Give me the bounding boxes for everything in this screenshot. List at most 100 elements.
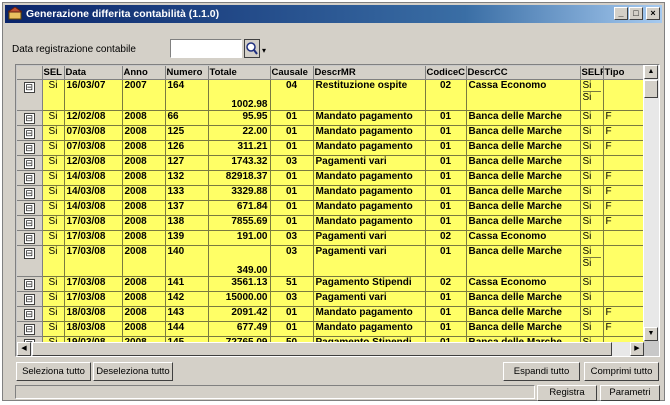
calendar-picker-icon[interactable] [244,39,260,58]
sel-cell[interactable]: Si [42,79,65,111]
sel-cell[interactable]: Si [42,185,65,201]
collapse-icon[interactable]: ⊟ [23,203,35,214]
vertical-scrollbar[interactable]: ▲ ▼ [643,65,659,341]
scroll-up-icon[interactable]: ▲ [644,65,658,79]
column-header[interactable]: Tipo [603,66,644,80]
collapse-icon[interactable]: ⊟ [23,113,35,124]
table-row[interactable]: ⊟ Si 07/03/08 2008 125 22.00 01 Mandato pagamen… [17,125,644,141]
expand-toggle-icon[interactable]: ⊟ [17,321,43,337]
expand-toggle-icon[interactable]: ⊟ [17,245,43,277]
total-cell: 3329.88 [208,185,271,201]
collapse-icon[interactable]: ⊟ [23,218,35,229]
minimize-button[interactable]: _ [614,7,628,20]
column-header[interactable]: Data [64,66,123,80]
sel-cell[interactable]: Si [42,276,65,292]
expand-toggle-icon[interactable]: ⊟ [17,230,43,246]
table-row[interactable]: ⊟ Si 17/03/08 2008 141 3561.13 51 Pagamento Sti… [17,276,644,292]
type-cell: F [603,306,644,322]
table-row[interactable]: ⊟ Si 16/03/07 2007 164 1002.98 04 Restituzione … [17,79,644,111]
collapse-icon[interactable]: ⊟ [23,309,35,320]
collapse-icon[interactable]: ⊟ [23,143,35,154]
table-row[interactable]: ⊟ Si 12/02/08 2008 66 95.95 01 Mandato pagament… [17,110,644,126]
collapse-icon[interactable]: ⊟ [23,158,35,169]
maximize-button[interactable]: □ [629,7,643,20]
column-header[interactable]: SELR [580,66,604,80]
horizontal-scrollbar[interactable]: ◀ ▶ [17,342,644,356]
vertical-scroll-thumb[interactable] [644,80,658,98]
table-row[interactable]: ⊟ Si 07/03/08 2008 126 311.21 01 Mandato pagame… [17,140,644,156]
table-row[interactable]: ⊟ Si 12/03/08 2008 127 1743.32 03 Pagamenti var… [17,155,644,171]
scroll-left-icon[interactable]: ◀ [17,342,31,356]
chevron-down-icon[interactable]: ▾ [262,46,266,55]
sel-cell[interactable]: Si [42,140,65,156]
sel-cell[interactable]: Si [42,170,65,186]
column-header[interactable] [17,66,43,80]
expand-all-button[interactable]: Espandi tutto [503,362,580,381]
collapse-icon[interactable]: ⊟ [23,294,35,305]
table-row[interactable]: ⊟ Si 18/03/08 2008 143 2091.42 01 Mandato pagam… [17,306,644,322]
table-row[interactable]: ⊟ Si 17/03/08 2008 139 191.00 03 Pagamenti vari… [17,230,644,246]
table-row[interactable]: ⊟ Si 14/03/08 2008 133 3329.88 01 Mandato pagam… [17,185,644,201]
sel-cell[interactable]: Si [42,215,65,231]
expand-toggle-icon[interactable]: ⊟ [17,155,43,171]
expand-toggle-icon[interactable]: ⊟ [17,200,43,216]
parameters-button[interactable]: Parametri [600,385,660,401]
column-header[interactable]: CodiceC [425,66,467,80]
sel-cell[interactable]: Si [42,291,65,307]
sel-cell[interactable]: Si [42,200,65,216]
causal-code-cell: 01 [270,110,314,126]
column-header[interactable]: Totale [208,66,271,80]
table-row[interactable]: ⊟ Si 14/03/08 2008 137 671.84 01 Mandato pagame… [17,200,644,216]
title-bar[interactable]: Generazione differita contabilità (1.1.0… [5,5,662,23]
collapse-icon[interactable]: ⊟ [23,188,35,199]
column-header[interactable]: Numero [165,66,209,80]
column-header[interactable]: DescrMR [313,66,426,80]
deselect-all-button[interactable]: Deseleziona tutto [93,362,173,381]
collapse-icon[interactable]: ⊟ [23,248,35,259]
select-all-button[interactable]: Seleziona tutto [16,362,91,381]
sel-cell[interactable]: Si [42,321,65,337]
expand-toggle-icon[interactable]: ⊟ [17,185,43,201]
table-row[interactable]: ⊟ Si 17/03/08 2008 140 349.00 03 Pagamenti vari… [17,245,644,277]
collapse-icon[interactable]: ⊟ [23,82,35,93]
expand-toggle-icon[interactable]: ⊟ [17,125,43,141]
column-header[interactable]: Anno [122,66,166,80]
expand-toggle-icon[interactable]: ⊟ [17,140,43,156]
table-row[interactable]: ⊟ Si 14/03/08 2008 132 82918.37 01 Mandato paga… [17,170,644,186]
register-button[interactable]: Registra [537,385,597,401]
expand-toggle-icon[interactable]: ⊟ [17,276,43,292]
sel-cell[interactable]: Si [42,155,65,171]
column-header[interactable]: SEL [42,66,65,80]
sel-cell[interactable]: Si [42,110,65,126]
sel-cell[interactable]: Si [42,245,65,277]
sel-cell[interactable]: Si [42,230,65,246]
horizontal-scroll-thumb[interactable] [32,342,612,356]
expand-toggle-icon[interactable]: ⊟ [17,291,43,307]
collapse-all-button[interactable]: Comprimi tutto [584,362,659,381]
collapse-icon[interactable]: ⊟ [23,173,35,184]
expand-toggle-icon[interactable]: ⊟ [17,306,43,322]
expand-toggle-icon[interactable]: ⊟ [17,110,43,126]
selr-cell: Si [580,230,604,246]
collapse-icon[interactable]: ⊟ [23,324,35,335]
collapse-icon[interactable]: ⊟ [23,128,35,139]
sel-cell[interactable]: Si [42,125,65,141]
table-row[interactable]: ⊟ Si 17/03/08 2008 138 7855.69 01 Mandato pagam… [17,215,644,231]
expand-toggle-icon[interactable]: ⊟ [17,79,43,111]
type-cell: F [603,125,644,141]
table-row[interactable]: ⊟ Si 18/03/08 2008 144 677.49 01 Mandato pagame… [17,321,644,337]
collapse-icon[interactable]: ⊟ [23,233,35,244]
scroll-right-icon[interactable]: ▶ [630,342,644,356]
scroll-down-icon[interactable]: ▼ [644,327,658,341]
records-grid[interactable]: SEL Data Anno Numero Totale Causale Desc… [15,64,660,357]
selr-value: Si [582,246,592,257]
column-header[interactable]: DescrCC [466,66,581,80]
column-header[interactable]: Causale [270,66,314,80]
expand-toggle-icon[interactable]: ⊟ [17,215,43,231]
table-row[interactable]: ⊟ Si 17/03/08 2008 142 15000.00 03 Pagamenti va… [17,291,644,307]
sel-cell[interactable]: Si [42,306,65,322]
close-button[interactable]: × [646,7,660,20]
expand-toggle-icon[interactable]: ⊟ [17,170,43,186]
date-registration-input[interactable] [170,39,242,58]
collapse-icon[interactable]: ⊟ [23,279,35,290]
